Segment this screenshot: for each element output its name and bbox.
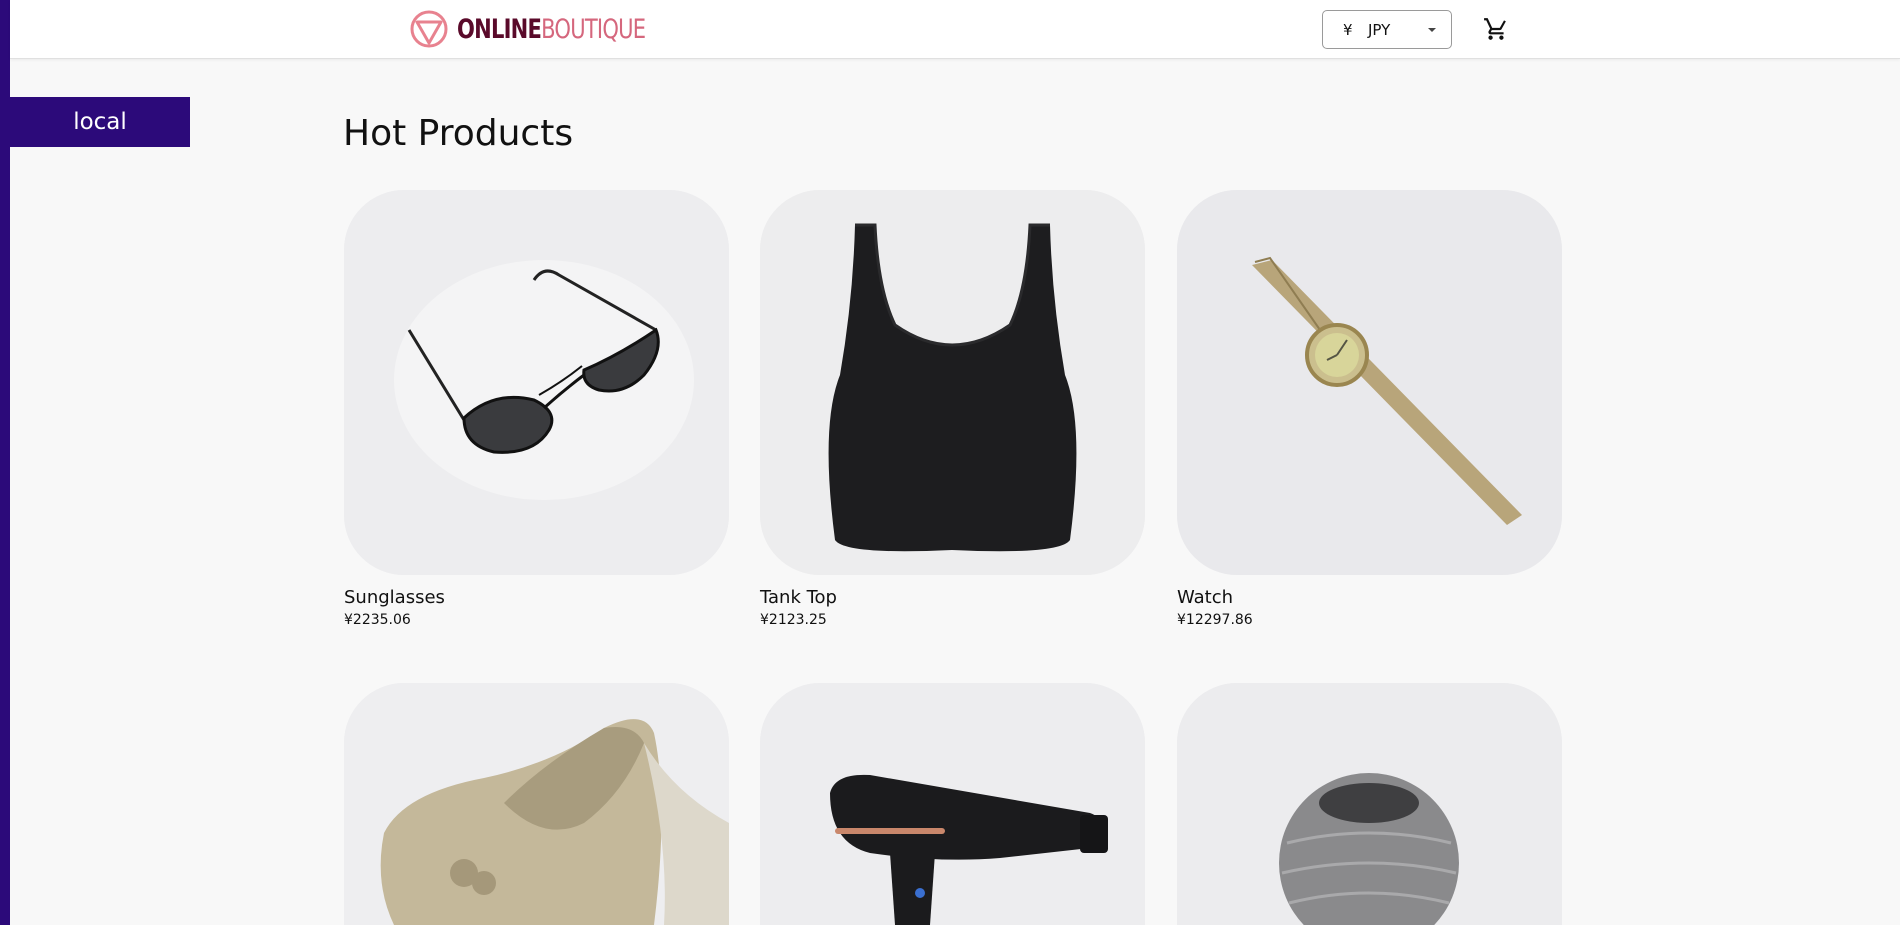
product-card-sunglasses[interactable]: Sunglasses ¥2235.06	[344, 190, 729, 628]
logo-wordmark: ONLINEBOUTIQUE	[457, 13, 646, 45]
currency-selector[interactable]: ¥ JPY	[1322, 10, 1452, 49]
product-card-tank-top[interactable]: Tank Top ¥2123.25	[760, 190, 1145, 628]
cart-icon[interactable]	[1483, 16, 1509, 42]
logo-thin-text: BOUTIQUE	[541, 13, 646, 45]
product-card-watch[interactable]: Watch ¥12297.86	[1177, 190, 1562, 628]
caret-down-icon	[1428, 28, 1436, 32]
product-price: ¥2235.06	[344, 612, 411, 628]
site-header: ONLINEBOUTIQUE ¥ JPY	[10, 0, 1900, 59]
product-price: ¥12297.86	[1177, 612, 1253, 628]
product-image-hair-dryer[interactable]	[760, 683, 1145, 925]
product-card-loafers[interactable]	[344, 683, 729, 925]
product-name[interactable]: Tank Top	[760, 587, 1145, 608]
environment-strip	[0, 0, 10, 925]
site-logo[interactable]: ONLINEBOUTIQUE	[409, 8, 698, 50]
logo-icon	[410, 10, 448, 48]
product-price: ¥2123.25	[760, 612, 827, 628]
product-card-hair-dryer[interactable]	[760, 683, 1145, 925]
product-image-loafers[interactable]	[344, 683, 729, 925]
product-image-watch[interactable]	[1177, 190, 1562, 575]
currency-symbol: ¥	[1343, 20, 1353, 39]
product-image-candle-holder[interactable]	[1177, 683, 1562, 925]
logo-bold-text: ONLINE	[457, 13, 542, 45]
product-card-candle-holder[interactable]	[1177, 683, 1562, 925]
product-name[interactable]: Sunglasses	[344, 587, 729, 608]
product-image-tank-top[interactable]	[760, 190, 1145, 575]
environment-badge: local	[10, 97, 190, 147]
page-title: Hot Products	[343, 113, 574, 154]
currency-code: JPY	[1368, 20, 1391, 39]
product-image-sunglasses[interactable]	[344, 190, 729, 575]
product-name[interactable]: Watch	[1177, 587, 1562, 608]
